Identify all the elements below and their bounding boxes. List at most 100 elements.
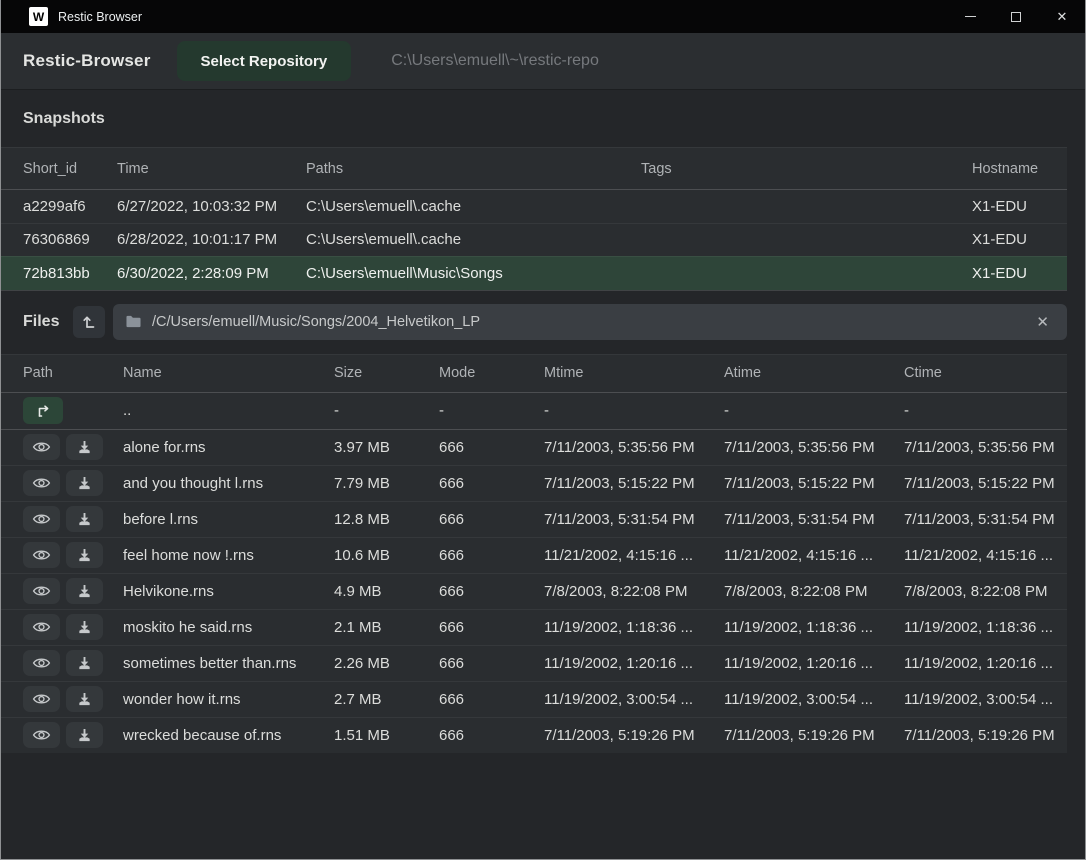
repository-path-field[interactable]: C:\Users\emuell\~\restic-repo (391, 52, 599, 70)
file-mtime: 7/11/2003, 5:35:56 PM (544, 439, 724, 456)
download-file-button[interactable] (66, 650, 103, 676)
clear-path-button[interactable]: ✕ (1030, 311, 1055, 333)
app-window: W Restic Browser ✕ Restic-Browser Select… (0, 0, 1086, 860)
file-mode: 666 (439, 619, 544, 636)
arrow-up-then-right-icon (34, 402, 52, 420)
maximize-icon (1011, 12, 1021, 22)
file-ctime: 7/11/2003, 5:31:54 PM (904, 511, 1067, 528)
download-file-button[interactable] (66, 542, 103, 568)
file-mtime: 7/11/2003, 5:19:26 PM (544, 727, 724, 744)
file-path-bar[interactable]: /C/Users/emuell/Music/Songs/2004_Helveti… (113, 304, 1067, 340)
download-icon (77, 584, 92, 599)
snapshot-row[interactable]: 72b813bb 6/30/2022, 2:28:09 PM C:\Users\… (1, 256, 1067, 290)
file-ctime: 11/19/2002, 1:18:36 ... (904, 619, 1067, 636)
file-size: 10.6 MB (334, 547, 439, 564)
preview-file-button[interactable] (23, 614, 60, 640)
go-to-parent-button[interactable] (23, 397, 63, 424)
col-atime: Atime (724, 365, 904, 381)
file-row: sometimes better than.rns 2.26 MB 666 11… (1, 645, 1067, 681)
eye-icon (32, 656, 51, 670)
file-ctime: 11/21/2002, 4:15:16 ... (904, 547, 1067, 564)
app-title: Restic-Browser (23, 51, 151, 71)
col-mtime: Mtime (544, 365, 724, 381)
file-size: 4.9 MB (334, 583, 439, 600)
file-row: moskito he said.rns 2.1 MB 666 11/19/200… (1, 609, 1067, 645)
download-file-button[interactable] (66, 470, 103, 496)
file-mtime: 11/19/2002, 3:00:54 ... (544, 691, 724, 708)
file-atime: 7/11/2003, 5:19:26 PM (724, 727, 904, 744)
close-icon: ✕ (1036, 313, 1049, 331)
preview-file-button[interactable] (23, 470, 60, 496)
download-file-button[interactable] (66, 686, 103, 712)
file-mtime: 7/8/2003, 8:22:08 PM (544, 583, 724, 600)
eye-icon (32, 512, 51, 526)
snapshot-row[interactable]: a2299af6 6/27/2022, 10:03:32 PM C:\Users… (1, 189, 1067, 223)
file-atime: 11/19/2002, 3:00:54 ... (724, 691, 904, 708)
file-size: 2.7 MB (334, 691, 439, 708)
close-button[interactable]: ✕ (1039, 0, 1085, 33)
col-path: Path (23, 365, 123, 381)
file-size: 2.26 MB (334, 655, 439, 672)
file-mtime: - (544, 402, 724, 419)
select-repository-button[interactable]: Select Repository (177, 41, 352, 81)
file-mode: 666 (439, 655, 544, 672)
col-short-id: Short_id (23, 161, 117, 177)
file-atime: 7/8/2003, 8:22:08 PM (724, 583, 904, 600)
download-file-button[interactable] (66, 506, 103, 532)
file-mtime: 11/19/2002, 1:20:16 ... (544, 655, 724, 672)
preview-file-button[interactable] (23, 578, 60, 604)
snapshot-paths: C:\Users\emuell\.cache (306, 231, 641, 248)
snapshot-time: 6/28/2022, 10:01:17 PM (117, 231, 306, 248)
file-name: sometimes better than.rns (123, 655, 334, 672)
preview-file-button[interactable] (23, 542, 60, 568)
eye-icon (32, 440, 51, 454)
file-name: before l.rns (123, 511, 334, 528)
snapshot-hostname: X1-EDU (972, 265, 1067, 282)
preview-file-button[interactable] (23, 434, 60, 460)
snapshot-paths: C:\Users\emuell\Music\Songs (306, 265, 641, 282)
file-row: wrecked because of.rns 1.51 MB 666 7/11/… (1, 717, 1067, 753)
file-atime: 7/11/2003, 5:35:56 PM (724, 439, 904, 456)
download-file-button[interactable] (66, 722, 103, 748)
window-controls: ✕ (947, 0, 1085, 33)
minimize-icon (965, 16, 976, 18)
file-atime: 11/19/2002, 1:20:16 ... (724, 655, 904, 672)
file-mtime: 11/21/2002, 4:15:16 ... (544, 547, 724, 564)
files-rows: alone for.rns 3.97 MB 666 7/11/2003, 5:3… (1, 429, 1067, 753)
download-icon (77, 620, 92, 635)
file-size: 12.8 MB (334, 511, 439, 528)
file-row: before l.rns 12.8 MB 666 7/11/2003, 5:31… (1, 501, 1067, 537)
download-icon (77, 728, 92, 743)
file-name: alone for.rns (123, 439, 334, 456)
snapshot-short-id: 76306869 (23, 231, 117, 248)
file-name: and you thought l.rns (123, 475, 334, 492)
download-icon (77, 548, 92, 563)
wails-w-icon: W (29, 7, 48, 26)
maximize-button[interactable] (993, 0, 1039, 33)
file-atime: 11/21/2002, 4:15:16 ... (724, 547, 904, 564)
preview-file-button[interactable] (23, 650, 60, 676)
file-row: and you thought l.rns 7.79 MB 666 7/11/2… (1, 465, 1067, 501)
preview-file-button[interactable] (23, 686, 60, 712)
file-name: feel home now !.rns (123, 547, 334, 564)
file-name: .. (123, 402, 334, 419)
file-mtime: 7/11/2003, 5:15:22 PM (544, 475, 724, 492)
file-row: alone for.rns 3.97 MB 666 7/11/2003, 5:3… (1, 429, 1067, 465)
download-file-button[interactable] (66, 614, 103, 640)
file-mtime: 7/11/2003, 5:31:54 PM (544, 511, 724, 528)
preview-file-button[interactable] (23, 722, 60, 748)
minimize-button[interactable] (947, 0, 993, 33)
file-atime: 7/11/2003, 5:15:22 PM (724, 475, 904, 492)
eye-icon (32, 476, 51, 490)
snapshot-hostname: X1-EDU (972, 231, 1067, 248)
download-file-button[interactable] (66, 434, 103, 460)
file-mode: 666 (439, 691, 544, 708)
snapshot-row[interactable]: 76306869 6/28/2022, 10:01:17 PM C:\Users… (1, 223, 1067, 257)
eye-icon (32, 548, 51, 562)
preview-file-button[interactable] (23, 506, 60, 532)
open-path-button[interactable] (73, 306, 105, 338)
snapshots-table: Short_id Time Paths Tags Hostname a2299a… (1, 147, 1067, 291)
download-file-button[interactable] (66, 578, 103, 604)
file-size: 1.51 MB (334, 727, 439, 744)
file-ctime: 7/8/2003, 8:22:08 PM (904, 583, 1067, 600)
